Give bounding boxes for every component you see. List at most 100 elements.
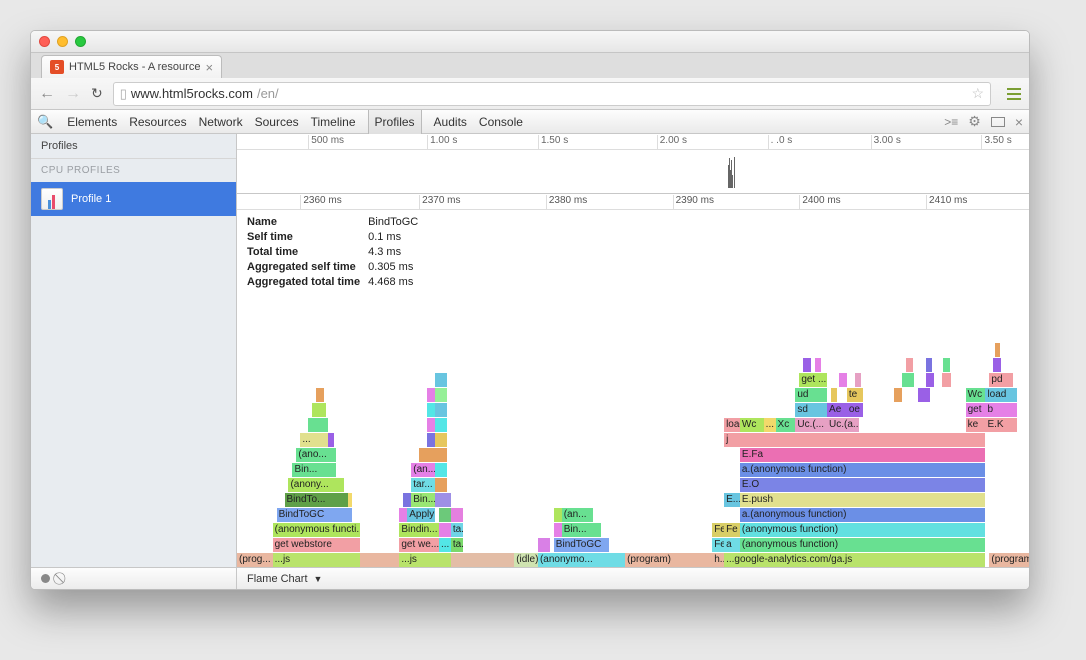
flame-bar[interactable]: Bindin... xyxy=(399,523,439,537)
flame-bar[interactable]: E... xyxy=(724,493,740,507)
flame-bar[interactable] xyxy=(435,418,447,432)
close-window-icon[interactable] xyxy=(39,36,50,47)
flame-bar[interactable]: get webstore xyxy=(273,538,360,552)
flame-bar[interactable]: E.O xyxy=(740,478,986,492)
flame-bar[interactable]: Bin... xyxy=(411,493,435,507)
flame-bar[interactable]: Ae xyxy=(827,403,847,417)
flame-bar[interactable] xyxy=(435,433,447,447)
flame-bar[interactable]: load xyxy=(724,418,740,432)
flame-bar[interactable]: j xyxy=(724,433,985,447)
flame-bar[interactable]: (an... xyxy=(411,463,435,477)
flame-bar[interactable]: a.(anonymous function) xyxy=(740,463,986,477)
flame-bar[interactable] xyxy=(902,373,914,387)
flame-bar[interactable]: (an... xyxy=(562,508,594,522)
devtools-tab-resources[interactable]: Resources xyxy=(129,115,186,129)
flame-bar[interactable] xyxy=(435,448,447,462)
flame-bar[interactable] xyxy=(308,418,328,432)
flame-bar[interactable]: (anony... xyxy=(288,478,343,492)
flame-bar[interactable] xyxy=(554,508,562,522)
flame-bar[interactable]: (idle) xyxy=(514,553,538,567)
console-toggle-icon[interactable]: >≡ xyxy=(944,115,958,129)
flame-bar[interactable]: BindToGC xyxy=(277,508,352,522)
zoom-window-icon[interactable] xyxy=(75,36,86,47)
flame-bar[interactable] xyxy=(427,403,435,417)
flame-bar[interactable] xyxy=(403,493,411,507)
flame-bar[interactable] xyxy=(926,358,932,372)
flame-bar[interactable]: a xyxy=(724,538,740,552)
flame-bar[interactable] xyxy=(348,493,352,507)
flame-bar[interactable] xyxy=(439,508,451,522)
overview-strip[interactable]: 500 ms1.00 s1.50 s2.00 s. .0 s3.00 s3.50… xyxy=(237,134,1029,194)
flame-bar[interactable]: ta... xyxy=(451,538,463,552)
flame-bar[interactable] xyxy=(894,388,902,402)
flame-bar[interactable]: (program) xyxy=(989,553,1029,567)
devtools-tab-timeline[interactable]: Timeline xyxy=(311,115,356,129)
flame-bar[interactable] xyxy=(312,403,326,417)
flame-bar[interactable] xyxy=(435,373,447,387)
flame-bar[interactable]: BindToGC xyxy=(554,538,609,552)
flame-bar[interactable] xyxy=(906,358,912,372)
flame-bar[interactable]: ke xyxy=(966,418,986,432)
flame-bar[interactable]: Fe xyxy=(724,523,740,537)
flame-bar[interactable] xyxy=(419,448,435,462)
flame-bar[interactable]: Uc.(... xyxy=(795,418,827,432)
flame-bar[interactable] xyxy=(855,373,861,387)
flame-bar[interactable] xyxy=(399,508,407,522)
flame-bar[interactable]: (anonymo... xyxy=(538,553,625,567)
flame-bar[interactable] xyxy=(435,388,447,402)
flame-bar[interactable]: Uc.(a... xyxy=(827,418,859,432)
flame-bar[interactable]: h... xyxy=(712,553,724,567)
flame-bar[interactable]: (prog... xyxy=(237,553,273,567)
devtools-tab-sources[interactable]: Sources xyxy=(255,115,299,129)
flame-bar[interactable]: E.K xyxy=(985,418,1017,432)
flame-bar[interactable] xyxy=(995,343,1000,357)
flame-bar[interactable]: (anonymous function) xyxy=(740,523,986,537)
flame-bar[interactable]: Fe xyxy=(712,523,724,537)
flame-bar[interactable] xyxy=(831,388,837,402)
record-button[interactable] xyxy=(41,574,50,583)
flame-bar[interactable]: pd xyxy=(989,373,1013,387)
flame-bar[interactable] xyxy=(435,403,447,417)
flame-bar[interactable]: get ... xyxy=(799,373,827,387)
flame-bar[interactable]: Wc xyxy=(740,418,764,432)
flame-bar[interactable]: Xc xyxy=(776,418,796,432)
flame-bar[interactable]: ...js xyxy=(399,553,450,567)
flame-bar[interactable]: load xyxy=(985,388,1017,402)
view-selector[interactable]: Flame Chart ▼ xyxy=(237,573,322,585)
flame-bar[interactable] xyxy=(427,433,435,447)
flame-bar[interactable] xyxy=(839,373,847,387)
flame-bar[interactable]: BindTo... xyxy=(285,493,348,507)
flame-bar[interactable]: (anonymous function) xyxy=(740,538,986,552)
flame-bar[interactable] xyxy=(538,538,550,552)
flame-bar[interactable]: ...js xyxy=(273,553,360,567)
bookmark-star-icon[interactable]: ☆ xyxy=(971,85,984,102)
flame-bar[interactable] xyxy=(554,523,562,537)
flame-bar[interactable]: Wc xyxy=(966,388,986,402)
flame-bar[interactable]: ... xyxy=(300,433,328,447)
flame-bar[interactable]: ... xyxy=(764,418,776,432)
url-input[interactable]: ▯ www.html5rocks.com/en/ ☆ xyxy=(113,82,991,106)
flame-bar[interactable]: te xyxy=(847,388,863,402)
devtools-tab-elements[interactable]: Elements xyxy=(67,115,117,129)
browser-tab[interactable]: 5 HTML5 Rocks - A resource × xyxy=(41,55,222,78)
flame-bar[interactable]: a.(anonymous function) xyxy=(740,508,986,522)
flame-bar[interactable]: ...google-analytics.com/ga.js xyxy=(724,553,985,567)
flame-bar[interactable]: (ano... xyxy=(296,448,336,462)
devtools-tab-profiles[interactable]: Profiles xyxy=(368,110,422,134)
flame-bar[interactable] xyxy=(943,358,949,372)
reload-button[interactable]: ↻ xyxy=(91,85,103,102)
flame-bar[interactable]: (anonymous functi... xyxy=(273,523,360,537)
flame-chart[interactable]: NameBindToGCSelf time0.1 msTotal time4.3… xyxy=(237,210,1029,567)
flame-bar[interactable] xyxy=(427,388,435,402)
tab-close-icon[interactable]: × xyxy=(205,60,213,75)
sidebar-item-profile1[interactable]: Profile 1 xyxy=(31,182,236,216)
flame-bar[interactable] xyxy=(926,373,934,387)
flame-bar[interactable] xyxy=(427,418,435,432)
flame-bar[interactable]: Apply xyxy=(407,508,435,522)
chrome-menu-icon[interactable] xyxy=(1007,88,1021,100)
flame-bar[interactable] xyxy=(360,553,400,567)
devtools-tab-network[interactable]: Network xyxy=(199,115,243,129)
flame-bar[interactable]: Fe xyxy=(712,538,724,552)
devtools-tab-audits[interactable]: Audits xyxy=(434,115,467,129)
flame-bar[interactable] xyxy=(451,508,463,522)
